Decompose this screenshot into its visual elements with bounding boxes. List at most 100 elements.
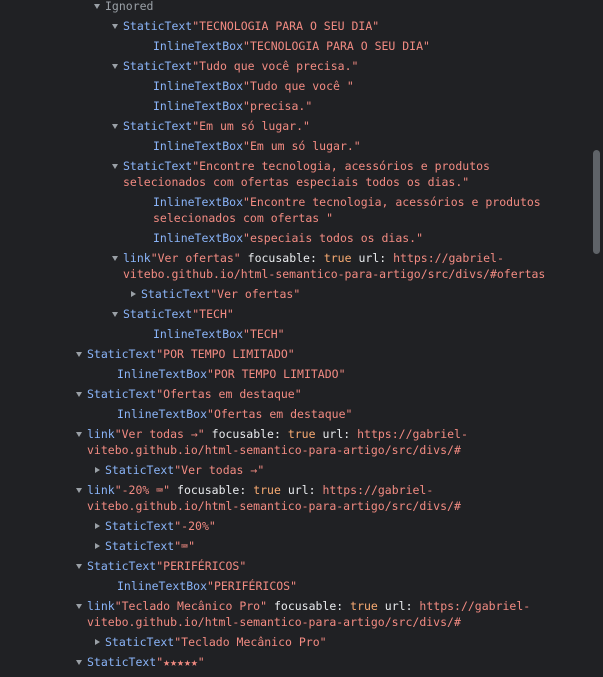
node-name: "precisa.": [243, 99, 313, 113]
expanded-triangle-icon[interactable]: [76, 488, 82, 493]
tree-row[interactable]: InlineTextBox"Em um só lugar.": [0, 138, 590, 154]
node-name: "-20% ⌨": [114, 483, 171, 497]
node-role: StaticText: [105, 463, 175, 477]
node-role: InlineTextBox: [153, 327, 244, 341]
tree-row[interactable]: InlineTextBox"POR TEMPO LIMITADO": [0, 366, 590, 382]
tree-row[interactable]: StaticText"TECH": [0, 306, 590, 322]
expanded-triangle-icon[interactable]: [112, 312, 118, 317]
tree-row[interactable]: InlineTextBox"Tudo que você ": [0, 78, 590, 94]
tree-row[interactable]: StaticText"Em um só lugar.": [0, 118, 590, 134]
node-name: "PERIFÉRICOS": [156, 559, 247, 573]
tree-row[interactable]: link"Teclado Mecânico Pro" focusable: tr…: [0, 598, 590, 630]
tree-row[interactable]: link"-20% ⌨" focusable: true url: https:…: [0, 482, 590, 514]
tree-row[interactable]: InlineTextBox"TECH": [0, 326, 590, 342]
property-key: focusable: [177, 483, 240, 497]
node-name: "Ver ofertas": [150, 251, 241, 265]
tree-row[interactable]: StaticText"PERIFÉRICOS": [0, 558, 590, 574]
expanded-triangle-icon[interactable]: [76, 660, 82, 665]
scrollbar-thumb[interactable]: [593, 150, 600, 254]
property-value: true: [350, 599, 378, 613]
node-role: link: [87, 599, 115, 613]
node-role: link: [87, 427, 115, 441]
node-name: "Ver ofertas": [210, 287, 301, 301]
node-name: "Ver todas →": [114, 427, 205, 441]
property-key: focusable: [211, 427, 274, 441]
node-role: link: [87, 483, 115, 497]
node-role: InlineTextBox: [117, 579, 208, 593]
tree-row[interactable]: InlineTextBox"Encontre tecnologia, acess…: [0, 194, 590, 226]
tree-row[interactable]: link"Ver todas →" focusable: true url: h…: [0, 426, 590, 458]
tree-row[interactable]: StaticText"Teclado Mecânico Pro": [0, 634, 590, 650]
node-role: StaticText: [105, 519, 175, 533]
expanded-triangle-icon[interactable]: [76, 392, 82, 397]
expanded-triangle-icon[interactable]: [112, 24, 118, 29]
collapsed-triangle-icon[interactable]: [95, 638, 100, 645]
collapsed-triangle-icon[interactable]: [95, 466, 100, 473]
tree-row[interactable]: StaticText"POR TEMPO LIMITADO": [0, 346, 590, 362]
property-key: url: [384, 599, 406, 613]
tree-row[interactable]: StaticText"⌨": [0, 538, 590, 554]
node-name: "Em um só lugar.": [243, 139, 361, 153]
tree-row[interactable]: InlineTextBox"Ofertas em destaque": [0, 406, 590, 422]
node-name: "POR TEMPO LIMITADO": [156, 347, 295, 361]
ignored-label: Ignored: [105, 0, 154, 13]
node-name: "Ver todas →": [174, 463, 265, 477]
tree-row[interactable]: InlineTextBox"especiais todos os dias.": [0, 230, 590, 246]
node-role: StaticText: [87, 559, 157, 573]
node-role: InlineTextBox: [153, 195, 244, 209]
node-role: StaticText: [123, 19, 193, 33]
expanded-triangle-icon[interactable]: [112, 164, 118, 169]
node-name: "TECNOLOGIA PARA O SEU DIA": [243, 39, 430, 53]
node-role: StaticText: [123, 119, 193, 133]
accessibility-tree: Ignored StaticText"TECNOLOGIA PARA O SEU …: [0, 0, 590, 677]
property-key: focusable: [273, 599, 337, 613]
expanded-triangle-icon[interactable]: [76, 564, 82, 569]
node-role: StaticText: [105, 539, 175, 553]
node-role: StaticText: [123, 159, 193, 173]
node-name: "⌨": [174, 539, 196, 553]
tree-row[interactable]: StaticText"Ver todas →": [0, 462, 590, 478]
expanded-triangle-icon[interactable]: [94, 4, 100, 9]
node-role: StaticText: [87, 387, 157, 401]
tree-row[interactable]: StaticText"-20%": [0, 518, 590, 534]
expanded-triangle-icon[interactable]: [112, 124, 118, 129]
node-name: "especiais todos os dias.": [243, 231, 424, 245]
node-role: StaticText: [123, 59, 193, 73]
node-name: "Teclado Mecânico Pro": [174, 635, 327, 649]
node-role: InlineTextBox: [153, 79, 244, 93]
tree-row[interactable]: Ignored: [0, 0, 590, 14]
property-key: url: [358, 251, 380, 265]
expanded-triangle-icon[interactable]: [76, 604, 82, 609]
vertical-scrollbar[interactable]: [590, 0, 603, 677]
node-role: InlineTextBox: [117, 367, 208, 381]
tree-row[interactable]: StaticText"Ofertas em destaque": [0, 386, 590, 402]
tree-row[interactable]: StaticText"Ver ofertas": [0, 286, 590, 302]
node-role: StaticText: [123, 307, 193, 321]
tree-row[interactable]: link"Ver ofertas" focusable: true url: h…: [0, 250, 590, 282]
node-role: InlineTextBox: [117, 407, 208, 421]
node-name: "★★★★★": [156, 655, 205, 669]
expanded-triangle-icon[interactable]: [112, 64, 118, 69]
node-name: "Ofertas em destaque": [207, 407, 353, 421]
property-value: true: [323, 251, 352, 265]
collapsed-triangle-icon[interactable]: [95, 542, 100, 549]
node-role: InlineTextBox: [153, 139, 244, 153]
expanded-triangle-icon[interactable]: [112, 256, 118, 261]
node-name: "Tudo que você precisa.": [192, 59, 359, 73]
expanded-triangle-icon[interactable]: [76, 352, 82, 357]
node-name: "PERIFÉRICOS": [207, 579, 298, 593]
property-key: url: [287, 483, 309, 497]
tree-row[interactable]: StaticText"Encontre tecnologia, acessóri…: [0, 158, 590, 190]
tree-row[interactable]: InlineTextBox"TECNOLOGIA PARA O SEU DIA": [0, 38, 590, 54]
node-name: "-20%": [174, 519, 216, 533]
tree-row[interactable]: StaticText"TECNOLOGIA PARA O SEU DIA": [0, 18, 590, 34]
tree-row[interactable]: StaticText"Tudo que você precisa.": [0, 58, 590, 74]
tree-row[interactable]: InlineTextBox"PERIFÉRICOS": [0, 578, 590, 594]
collapsed-triangle-icon[interactable]: [131, 290, 136, 297]
collapsed-triangle-icon[interactable]: [95, 522, 100, 529]
node-role: StaticText: [87, 655, 157, 669]
expanded-triangle-icon[interactable]: [76, 432, 82, 437]
node-name: "Em um só lugar.": [192, 119, 310, 133]
tree-row[interactable]: InlineTextBox"precisa.": [0, 98, 590, 114]
tree-row[interactable]: StaticText"★★★★★": [0, 654, 590, 670]
